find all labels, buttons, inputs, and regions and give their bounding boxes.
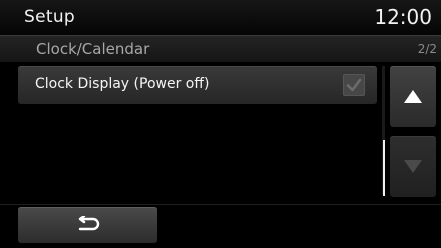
clock-display-power-off-option[interactable]: Clock Display (Power off) (18, 66, 377, 104)
page-indicator: 2/2 (417, 42, 437, 56)
scrollbar-thumb[interactable] (383, 140, 385, 196)
title-bar: Setup 12:00 (0, 0, 441, 36)
divider (0, 204, 441, 205)
up-triangle-icon (404, 90, 422, 103)
scroll-up-button[interactable] (390, 66, 436, 127)
screen-title: Setup (24, 7, 75, 27)
check-icon (346, 78, 362, 92)
option-label: Clock Display (Power off) (35, 76, 210, 92)
setup-screen: Setup 12:00 Clock/Calendar 2/2 Clock Dis… (0, 0, 441, 248)
down-triangle-icon (404, 160, 422, 173)
checkbox[interactable] (343, 74, 365, 96)
clock-display: 12:00 (374, 5, 432, 29)
menu-title: Clock/Calendar (36, 40, 150, 58)
back-button[interactable] (18, 207, 157, 243)
sub-header: Clock/Calendar 2/2 (0, 36, 441, 62)
scroll-down-button[interactable] (390, 136, 436, 197)
return-arrow-icon (78, 216, 100, 231)
